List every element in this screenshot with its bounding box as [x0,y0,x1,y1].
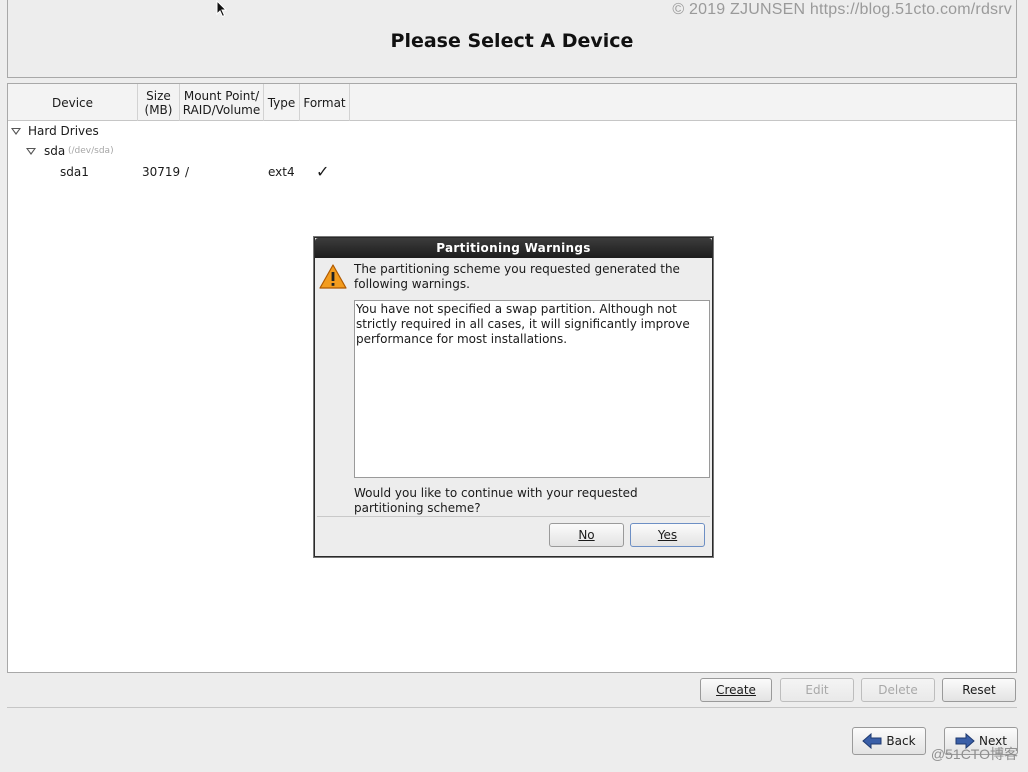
dialog-question: Would you like to continue with your req… [354,486,638,515]
edit-button-label: Edit [805,683,829,697]
no-button-label: No [578,528,595,542]
yes-button-label: Yes [657,528,678,542]
partition-size: 30719 [142,165,181,179]
tree-row-sda[interactable]: sda (/dev/sda) [8,141,1016,161]
create-button[interactable]: Create [700,678,772,702]
edit-button[interactable]: Edit [780,678,854,702]
expander-icon[interactable] [26,148,36,155]
column-header-mount[interactable]: Mount Point/ RAID/Volume [180,84,264,121]
divider [7,707,1017,708]
expander-icon[interactable] [11,128,21,135]
page-title: Please Select A Device [390,30,634,52]
partitioning-warnings-dialog: Partitioning Warnings The partitioning s… [314,237,713,557]
column-header-row: Device Size (MB) Mount Point/ RAID/Volum… [8,84,1016,121]
watermark-top: © 2019 ZJUNSEN https://blog.51cto.com/rd… [672,1,1012,18]
reset-button-label: Reset [962,683,996,697]
tree-row-hard-drives[interactable]: Hard Drives [8,121,1016,141]
arrow-left-icon [862,733,882,749]
yes-button[interactable]: Yes [630,523,705,547]
partition-type: ext4 [268,165,295,179]
tree-label-sda: sda [44,144,66,158]
warning-details-textbox[interactable]: You have not specified a swap partition.… [354,300,710,478]
partition-name: sda1 [60,165,89,179]
partition-mount: / [185,165,190,179]
column-header-format[interactable]: Format [300,84,350,121]
delete-button-label: Delete [878,683,918,697]
column-header-type[interactable]: Type [264,84,300,121]
watermark-bottom: @51CTO博客 [930,746,1018,762]
dialog-divider [317,516,710,517]
warning-triangle-icon [319,264,347,289]
column-header-device[interactable]: Device [8,84,138,121]
reset-button[interactable]: Reset [942,678,1016,702]
back-button[interactable]: Back [852,727,926,755]
delete-button[interactable]: Delete [861,678,935,702]
dialog-message: The partitioning scheme you requested ge… [354,262,680,291]
dialog-title: Partitioning Warnings [315,238,712,258]
no-button[interactable]: No [549,523,624,547]
tree-row-sda1[interactable]: sda1 30719 / ext4 ✓ [8,162,1016,182]
mouse-pointer-icon [216,0,228,18]
device-path: (/dev/sda) [68,146,114,156]
tree-label-hard-drives: Hard Drives [28,124,99,138]
create-button-label: Create [716,683,756,697]
column-header-size[interactable]: Size (MB) [138,84,180,121]
format-check-icon: ✓ [316,162,330,181]
back-button-label: Back [886,734,916,748]
